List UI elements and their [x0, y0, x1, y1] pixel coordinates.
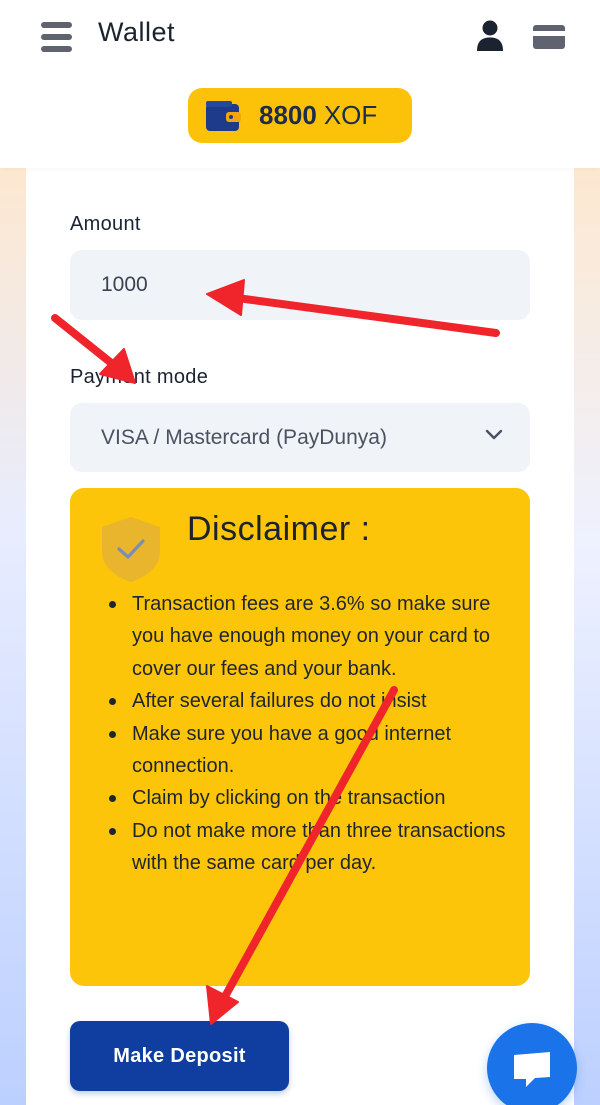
shield-check-icon: [102, 517, 160, 582]
amount-input[interactable]: [70, 250, 530, 320]
payment-mode-value: VISA / Mastercard (PayDunya): [101, 425, 387, 449]
disclaimer-item: Transaction fees are 3.6% so make sure y…: [108, 588, 508, 685]
balance-amount: 8800: [259, 100, 317, 130]
background-left-glow: [0, 168, 26, 1105]
credit-card-icon[interactable]: [533, 25, 565, 49]
payment-mode-label: Payment mode: [70, 366, 209, 388]
wallet-icon: [206, 100, 241, 131]
hamburger-menu-icon[interactable]: [41, 22, 72, 52]
disclaimer-item: Claim by clicking on the transaction: [108, 782, 508, 814]
disclaimer-box: Disclaimer : Transaction fees are 3.6% s…: [70, 488, 530, 986]
wallet-balance-badge: 8800 XOF: [188, 88, 412, 143]
amount-label: Amount: [70, 213, 141, 235]
chevron-down-icon: [485, 429, 503, 440]
chat-bubble-icon: [514, 1052, 550, 1087]
disclaimer-list: Transaction fees are 3.6% so make sure y…: [108, 588, 508, 880]
disclaimer-item: After several failures do not insist: [108, 685, 508, 717]
disclaimer-item: Do not make more than three transactions…: [108, 815, 508, 880]
background-right-glow: [574, 168, 600, 1105]
app-header: Wallet 8800 XOF: [0, 0, 600, 168]
disclaimer-item: Make sure you have a good internet conne…: [108, 718, 508, 783]
page-title: Wallet: [98, 17, 176, 47]
user-icon[interactable]: [475, 20, 505, 52]
chat-button[interactable]: [487, 1023, 577, 1105]
disclaimer-title: Disclaimer :: [187, 510, 371, 548]
balance-currency: XOF: [323, 100, 378, 130]
payment-mode-select[interactable]: VISA / Mastercard (PayDunya): [70, 403, 530, 472]
make-deposit-button[interactable]: Make Deposit: [70, 1021, 289, 1091]
